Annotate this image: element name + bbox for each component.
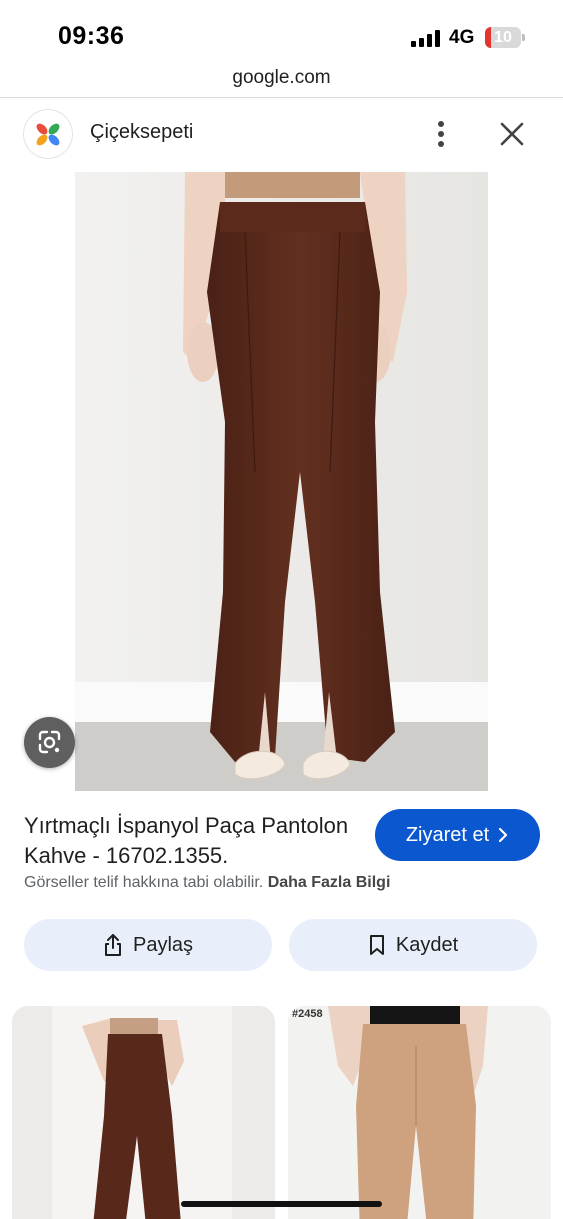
- ciceksepeti-logo-icon[interactable]: [24, 110, 72, 158]
- save-button-label: Kaydet: [395, 933, 459, 956]
- product-image[interactable]: [75, 172, 488, 791]
- home-indicator[interactable]: [181, 1201, 382, 1207]
- chevron-right-icon: [499, 827, 508, 843]
- share-button-label: Paylaş: [132, 933, 194, 956]
- source-name[interactable]: Çiçeksepeti: [90, 121, 193, 144]
- address-bar[interactable]: google.com: [0, 62, 563, 98]
- close-icon: [500, 122, 524, 146]
- more-vert-icon: [438, 121, 444, 147]
- battery-icon: 10: [485, 27, 521, 48]
- close-button[interactable]: [496, 118, 528, 150]
- status-time: 09:36: [58, 22, 125, 50]
- visit-button[interactable]: Ziyaret et: [375, 809, 540, 861]
- copyright-notice: Görseller telif hakkına tabi olabilir. D…: [24, 874, 390, 892]
- status-bar: 09:36 4G 10: [0, 0, 563, 62]
- more-options-button[interactable]: [426, 116, 456, 152]
- save-button[interactable]: Kaydet: [289, 919, 537, 971]
- product-title: Yırtmaçlı İspanyol Paça Pantolon Kahve -…: [24, 813, 349, 868]
- network-type: 4G: [449, 27, 475, 48]
- more-info-link[interactable]: Daha Fazla Bilgi: [268, 874, 391, 891]
- lens-icon: [38, 730, 61, 754]
- related-image-1[interactable]: [12, 1006, 275, 1219]
- copyright-text: Görseller telif hakkına tabi olabilir.: [24, 874, 264, 891]
- related-image-2[interactable]: #2458: [288, 1006, 551, 1219]
- battery-cap: [522, 34, 525, 41]
- related-image-code: #2458: [292, 1008, 323, 1020]
- battery-level: 10: [494, 29, 512, 46]
- share-button[interactable]: Paylaş: [24, 919, 272, 971]
- google-lens-button[interactable]: [24, 717, 75, 768]
- url-text[interactable]: google.com: [0, 67, 563, 89]
- cellular-signal-icon: [411, 30, 440, 47]
- share-icon: [104, 934, 121, 956]
- bookmark-icon: [369, 935, 384, 955]
- visit-button-label: Ziyaret et: [405, 823, 490, 846]
